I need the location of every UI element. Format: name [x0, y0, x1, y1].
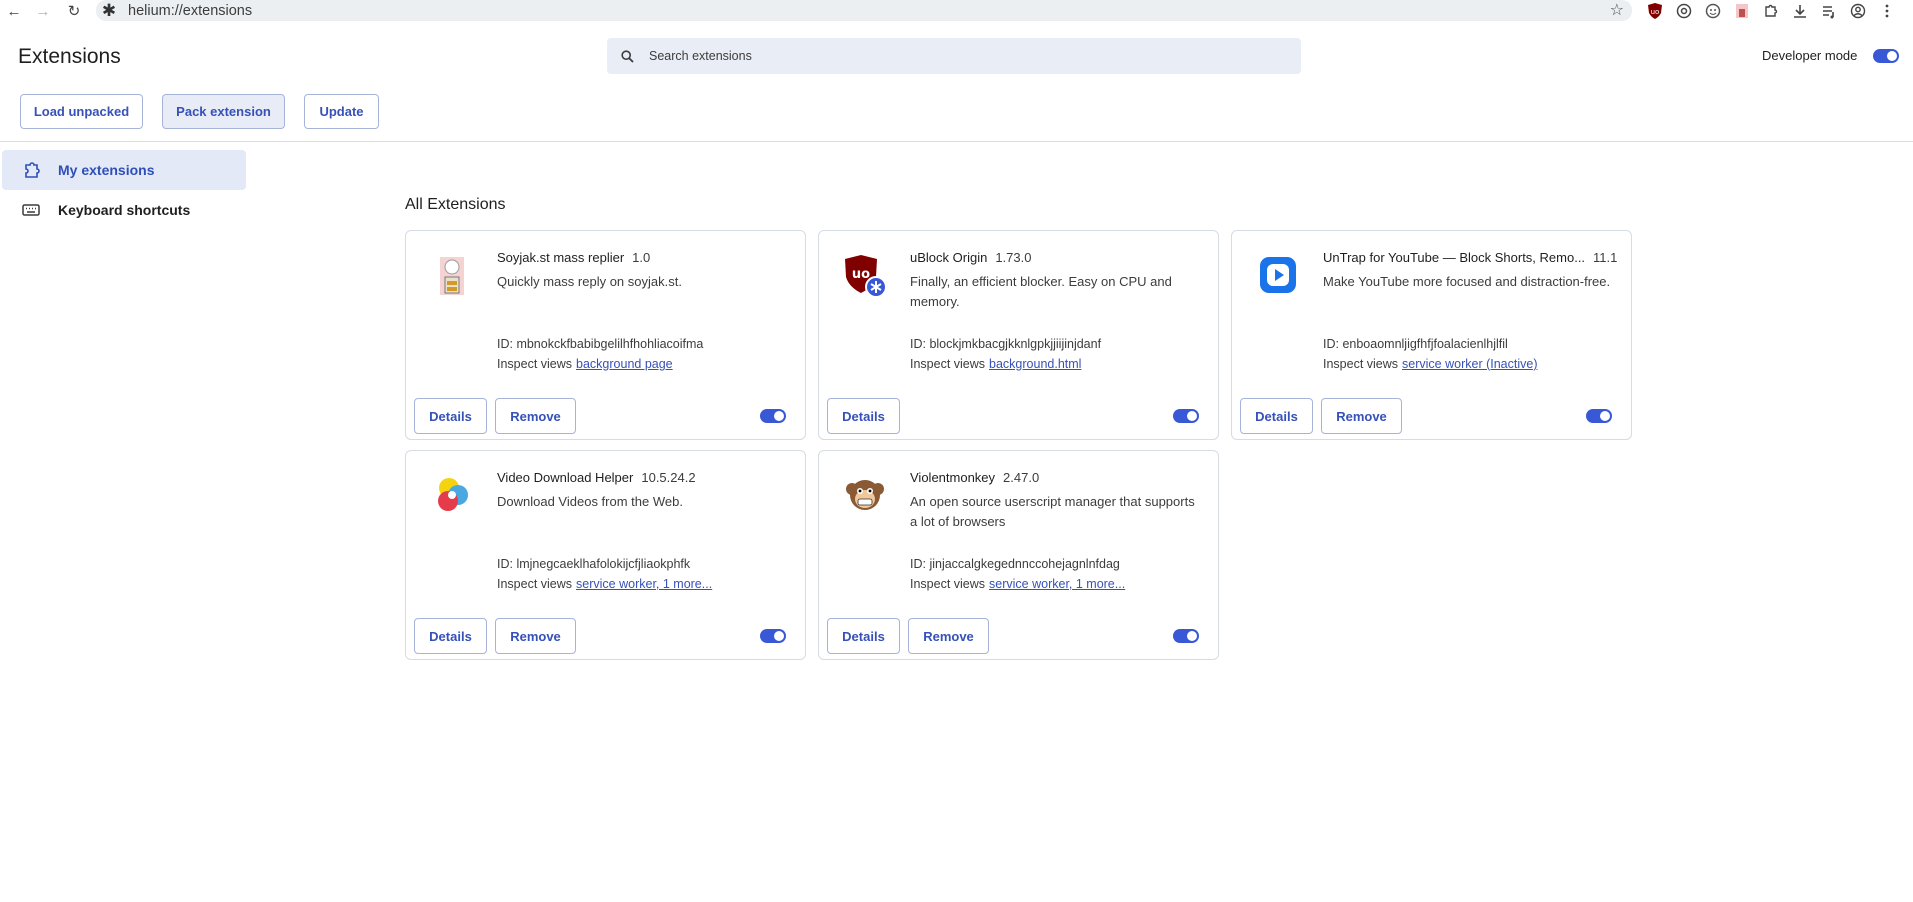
inspect-view-link[interactable]: background page	[576, 357, 673, 371]
inspect-view-link[interactable]: background.html	[989, 357, 1081, 371]
helium-site-icon: ✱	[101, 0, 117, 20]
download-icon[interactable]	[1785, 0, 1814, 22]
inspect-views-label: Inspect views	[1323, 357, 1399, 371]
violentmonkey-icon	[841, 471, 889, 519]
extension-enable-toggle[interactable]	[760, 409, 786, 423]
details-button[interactable]: Details	[827, 398, 900, 434]
sidebar-item-my-extensions[interactable]: My extensions	[2, 150, 246, 190]
page-header: Extensions Developer mode Load unpacked …	[0, 22, 1913, 142]
reload-button[interactable]: ↻	[60, 0, 88, 22]
extension-name: Violentmonkey	[910, 470, 996, 485]
extension-enable-toggle[interactable]	[1173, 629, 1199, 643]
inspect-view-link[interactable]: service worker (Inactive)	[1402, 357, 1537, 371]
search-box[interactable]	[607, 38, 1301, 74]
page-title: Extensions	[18, 45, 121, 68]
extension-description: Quickly mass reply on soyjak.st.	[497, 274, 682, 289]
extension-version: 1.0	[632, 250, 651, 265]
search-input[interactable]	[649, 49, 1249, 63]
extension-enable-toggle[interactable]	[760, 629, 786, 643]
developer-mode-label: Developer mode	[1762, 48, 1858, 63]
inspect-views-label: Inspect views	[497, 577, 573, 591]
developer-mode-toggle[interactable]	[1873, 49, 1899, 63]
section-title: All Extensions	[405, 196, 506, 213]
inspect-views: Inspect views service worker, 1 more...	[910, 577, 1125, 591]
soyjak-icon[interactable]	[1727, 0, 1756, 22]
keyboard-icon	[22, 203, 46, 217]
url-text[interactable]: helium://extensions	[122, 3, 252, 19]
remove-button[interactable]: Remove	[908, 618, 989, 654]
sidebar-item-label: My extensions	[58, 162, 155, 178]
extension-description: Make YouTube more focused and distractio…	[1323, 274, 1611, 289]
extension-card-soyjak: Soyjak.st mass replier 1.0 Quickly mass r…	[405, 230, 806, 440]
forward-button[interactable]: →	[29, 0, 57, 22]
extension-description: An open source userscript manager that s…	[910, 494, 1195, 529]
soyjak-icon	[428, 251, 476, 299]
remove-button[interactable]: Remove	[1321, 398, 1402, 434]
sidebar-item-label: Keyboard shortcuts	[58, 202, 191, 218]
address-bar[interactable]: ✱ helium://extensions ☆	[96, 0, 1632, 21]
profile-icon[interactable]	[1843, 0, 1872, 22]
sidebar-item-keyboard-shortcuts[interactable]: Keyboard shortcuts	[2, 190, 246, 230]
extension-version: 1.73.0	[995, 250, 1032, 265]
extension-id: ID: jinjaccalgkegednnccohejagnlnfdag	[910, 557, 1120, 571]
extension-name: UnTrap for YouTube — Block Shorts, Remo.…	[1323, 250, 1586, 265]
inspect-views: Inspect views service worker (Inactive)	[1323, 357, 1537, 371]
extension-version: 10.5.24.2	[641, 470, 696, 485]
inspect-views: Inspect views background page	[497, 357, 673, 371]
svg-text:uo: uo	[852, 267, 870, 282]
update-button[interactable]: Update	[304, 94, 379, 129]
extension-card-untrap: UnTrap for YouTube — Block Shorts, Remo.…	[1231, 230, 1632, 440]
extension-id: ID: mbnokckfbabibgelilhfhohliacoifma	[497, 337, 704, 351]
reload-icon: ↻	[67, 3, 81, 20]
details-button[interactable]: Details	[414, 618, 487, 654]
extension-enable-toggle[interactable]	[1586, 409, 1612, 423]
menu-icon[interactable]	[1872, 0, 1901, 22]
extension-name: Soyjak.st mass replier	[497, 250, 625, 265]
extension-card-video-download-helper: Video Download Helper 10.5.24.2 Download …	[405, 450, 806, 660]
remove-button[interactable]: Remove	[495, 398, 576, 434]
details-button[interactable]: Details	[414, 398, 487, 434]
svg-text:uo: uo	[1650, 8, 1659, 16]
extension-description: Finally, an efficient blocker. Easy on C…	[910, 274, 1172, 309]
bookmark-star-icon[interactable]: ☆	[1610, 0, 1624, 21]
inspect-views-label: Inspect views	[497, 357, 573, 371]
extension-name: Video Download Helper	[497, 470, 634, 485]
ublock-icon[interactable]: uo	[1640, 0, 1669, 22]
media-queue-icon[interactable]	[1814, 0, 1843, 22]
extensions-icon	[22, 160, 46, 180]
extension-id: ID: lmjnegcaeklhafolokijcfjliaokphfk	[497, 557, 691, 571]
extension-version: 2.47.0	[1003, 470, 1040, 485]
inspect-views-label: Inspect views	[910, 357, 986, 371]
ublock-origin-icon: uo	[841, 251, 889, 299]
monkey-icon[interactable]	[1698, 0, 1727, 22]
video-download-helper-icon	[428, 471, 476, 519]
remove-button[interactable]: Remove	[495, 618, 576, 654]
browser-toolbar: ← → ↻ ✱ helium://extensions ☆ uo	[0, 0, 1913, 22]
untrap-icon	[1254, 251, 1302, 299]
back-button[interactable]: ←	[0, 0, 28, 22]
extension-toolbar: uo	[1640, 0, 1901, 22]
extension-id: ID: enboaomnljigfhfjfoalacienlhjlfil	[1323, 337, 1508, 351]
arrow-right-icon: →	[35, 2, 51, 20]
extension-description: Download Videos from the Web.	[497, 494, 683, 509]
extension-version: 11.1	[1593, 250, 1618, 265]
load-unpacked-button[interactable]: Load unpacked	[20, 94, 143, 129]
extension-card-ublock-origin: uo uBlock Origin 1.73.0 Finally, an effic…	[818, 230, 1219, 440]
inspect-views: Inspect views background.html	[910, 357, 1081, 371]
extension-name: uBlock Origin	[910, 250, 988, 265]
extensions-puzzle-icon[interactable]	[1756, 0, 1785, 22]
details-button[interactable]: Details	[827, 618, 900, 654]
inspect-view-link[interactable]: service worker, 1 more...	[989, 577, 1125, 591]
inspect-view-link[interactable]: service worker, 1 more...	[576, 577, 712, 591]
gear-puzzle-icon[interactable]	[1669, 0, 1698, 22]
extension-id: ID: blockjmkbacgjkknlgpkjjiijinjdanf	[910, 337, 1102, 351]
extension-enable-toggle[interactable]	[1173, 409, 1199, 423]
inspect-views-label: Inspect views	[910, 577, 986, 591]
extension-card-violentmonkey: Violentmonkey 2.47.0 An open source users…	[818, 450, 1219, 660]
arrow-left-icon: ←	[6, 2, 22, 20]
search-icon	[621, 49, 641, 63]
inspect-views: Inspect views service worker, 1 more...	[497, 577, 712, 591]
details-button[interactable]: Details	[1240, 398, 1313, 434]
pack-extension-button[interactable]: Pack extension	[162, 94, 285, 129]
